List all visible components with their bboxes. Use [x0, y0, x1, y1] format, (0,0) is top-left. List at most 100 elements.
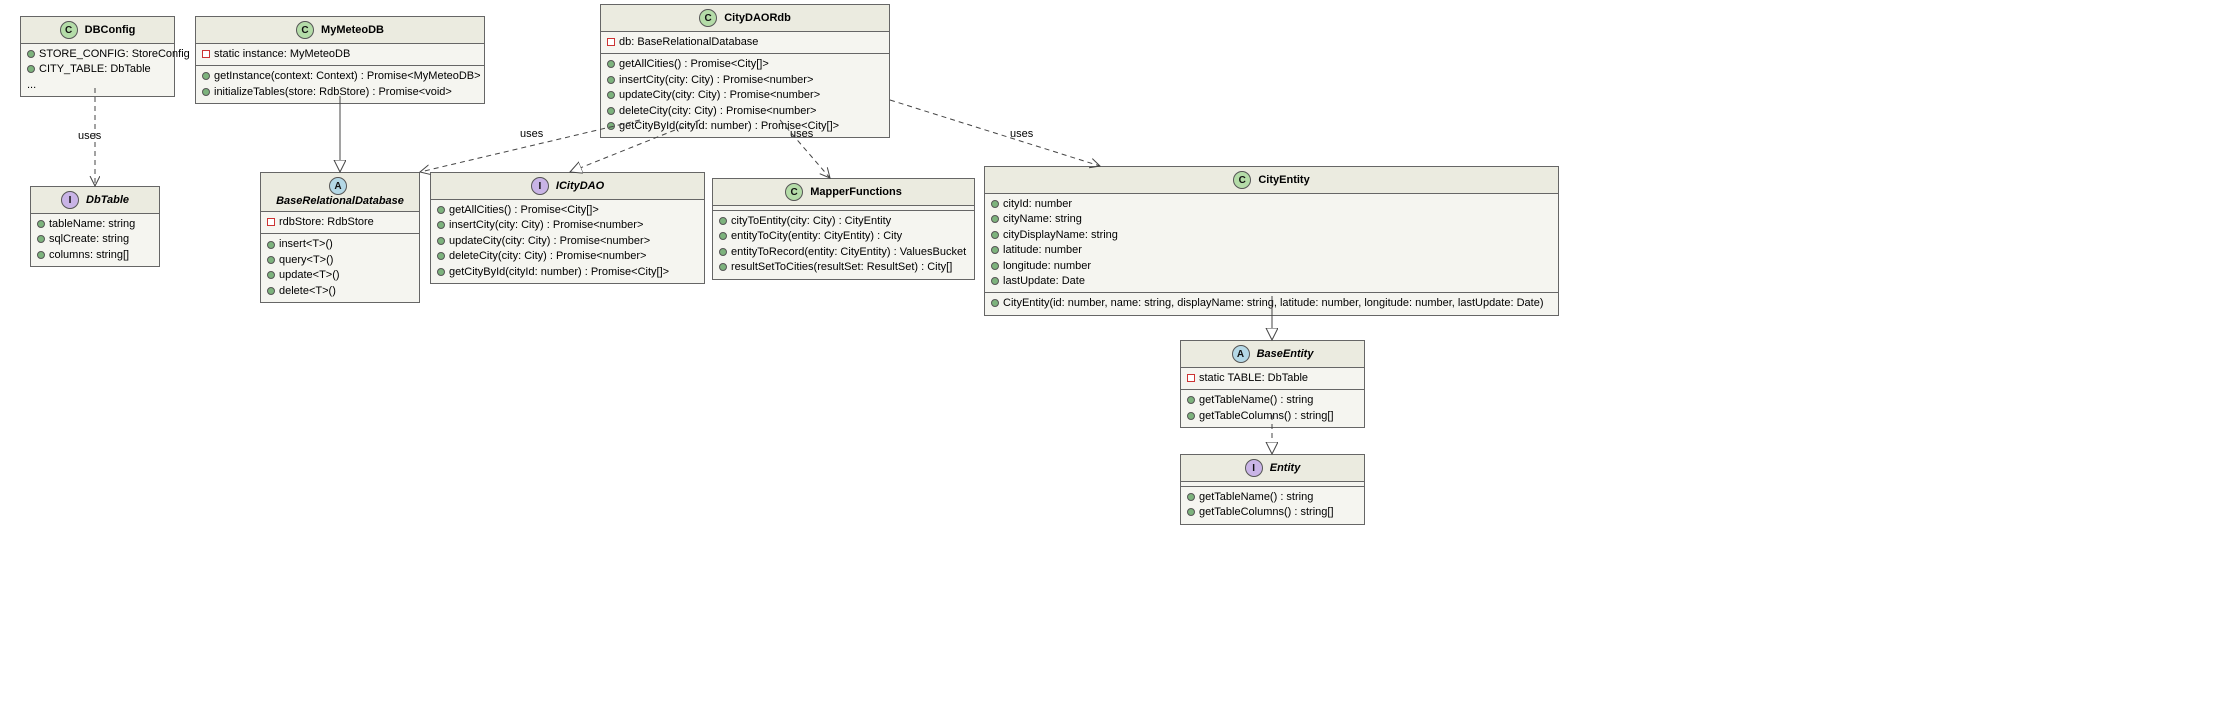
visibility-icon — [267, 271, 275, 279]
visibility-icon — [1187, 374, 1195, 382]
member: getTableName() : string — [1187, 490, 1358, 505]
class-cityentity: C CityEntity cityId: number cityName: st… — [984, 166, 1559, 316]
class-mymeteodb: C MyMeteoDB static instance: MyMeteoDB g… — [195, 16, 485, 104]
visibility-icon — [607, 91, 615, 99]
member: rdbStore: RdbStore — [267, 215, 413, 230]
interface-stereotype-icon: I — [531, 177, 549, 195]
class-section: cityToEntity(city: City) : CityEntity en… — [713, 211, 974, 279]
visibility-icon — [607, 122, 615, 130]
visibility-icon — [607, 38, 615, 46]
visibility-icon — [267, 218, 275, 226]
member: cityToEntity(city: City) : CityEntity — [719, 214, 968, 229]
visibility-icon — [719, 248, 727, 256]
visibility-icon — [719, 217, 727, 225]
class-header: A BaseRelationalDatabase — [261, 173, 419, 212]
class-section: static TABLE: DbTable — [1181, 368, 1364, 390]
visibility-icon — [607, 76, 615, 84]
visibility-icon — [437, 221, 445, 229]
member: query<T>() — [267, 253, 413, 268]
class-section: rdbStore: RdbStore — [261, 212, 419, 234]
class-header: C MapperFunctions — [713, 179, 974, 206]
class-header: I DbTable — [31, 187, 159, 214]
visibility-icon — [267, 256, 275, 264]
visibility-icon — [267, 287, 275, 295]
interface-stereotype-icon: I — [61, 191, 79, 209]
class-header: A BaseEntity — [1181, 341, 1364, 368]
visibility-icon — [37, 220, 45, 228]
class-stereotype-icon: C — [296, 21, 314, 39]
visibility-icon — [202, 50, 210, 58]
member: columns: string[] — [37, 248, 153, 263]
class-name: BaseEntity — [1257, 348, 1314, 360]
member: delete<T>() — [267, 284, 413, 299]
member: updateCity(city: City) : Promise<number> — [607, 88, 883, 103]
class-dbtable: I DbTable tableName: string sqlCreate: s… — [30, 186, 160, 267]
class-header: C CityEntity — [985, 167, 1558, 194]
class-name: CityEntity — [1258, 174, 1309, 186]
member: db: BaseRelationalDatabase — [607, 35, 883, 50]
class-section: static instance: MyMeteoDB — [196, 44, 484, 66]
visibility-icon — [1187, 396, 1195, 404]
class-entity: I Entity getTableName() : string getTabl… — [1180, 454, 1365, 525]
visibility-icon — [202, 72, 210, 80]
member: getTableColumns() : string[] — [1187, 505, 1358, 520]
class-section: getAllCities() : Promise<City[]> insertC… — [601, 54, 889, 137]
member: getAllCities() : Promise<City[]> — [437, 203, 698, 218]
visibility-icon — [1187, 493, 1195, 501]
visibility-icon — [991, 299, 999, 307]
member: CITY_TABLE: DbTable — [27, 62, 168, 77]
member: tableName: string — [37, 217, 153, 232]
visibility-icon — [437, 206, 445, 214]
connectors-layer — [0, 0, 2231, 697]
visibility-icon — [437, 268, 445, 276]
member: getCityById(cityId: number) : Promise<Ci… — [437, 265, 698, 280]
member: sqlCreate: string — [37, 232, 153, 247]
class-name: MapperFunctions — [810, 186, 902, 198]
member: resultSetToCities(resultSet: ResultSet) … — [719, 260, 968, 275]
visibility-icon — [37, 251, 45, 259]
visibility-icon — [202, 88, 210, 96]
visibility-icon — [607, 107, 615, 115]
visibility-icon — [1187, 508, 1195, 516]
visibility-icon — [437, 237, 445, 245]
class-baserelationaldatabase: A BaseRelationalDatabase rdbStore: RdbSt… — [260, 172, 420, 303]
class-stereotype-icon: C — [1233, 171, 1251, 189]
member: getInstance(context: Context) : Promise<… — [202, 69, 478, 84]
class-section: getAllCities() : Promise<City[]> insertC… — [431, 200, 704, 283]
class-icitydao: I ICityDAO getAllCities() : Promise<City… — [430, 172, 705, 284]
member: STORE_CONFIG: StoreConfig — [27, 47, 168, 62]
class-name: ICityDAO — [556, 180, 604, 192]
member: insertCity(city: City) : Promise<number> — [437, 218, 698, 233]
class-stereotype-icon: C — [699, 9, 717, 27]
class-header: C MyMeteoDB — [196, 17, 484, 44]
visibility-icon — [1187, 412, 1195, 420]
visibility-icon — [267, 241, 275, 249]
visibility-icon — [437, 252, 445, 260]
visibility-icon — [27, 65, 35, 73]
visibility-icon — [991, 277, 999, 285]
class-section: cityId: number cityName: string cityDisp… — [985, 194, 1558, 293]
abstract-stereotype-icon: A — [329, 177, 347, 195]
relation-label: uses — [790, 128, 813, 140]
class-stereotype-icon: C — [785, 183, 803, 201]
member: update<T>() — [267, 268, 413, 283]
member: ... — [27, 78, 168, 93]
class-name: DBConfig — [85, 24, 136, 36]
class-section: STORE_CONFIG: StoreConfig CITY_TABLE: Db… — [21, 44, 174, 96]
class-header: I ICityDAO — [431, 173, 704, 200]
class-name: CityDAORdb — [724, 12, 791, 24]
class-section: insert<T>() query<T>() update<T>() delet… — [261, 234, 419, 302]
visibility-icon — [991, 231, 999, 239]
class-stereotype-icon: C — [60, 21, 78, 39]
member: cityDisplayName: string — [991, 228, 1552, 243]
member: static instance: MyMeteoDB — [202, 47, 478, 62]
class-mapperfunctions: C MapperFunctions cityToEntity(city: Cit… — [712, 178, 975, 280]
class-section: db: BaseRelationalDatabase — [601, 32, 889, 54]
visibility-icon — [991, 246, 999, 254]
relation-label: uses — [1010, 128, 1033, 140]
class-name: DbTable — [86, 194, 129, 206]
class-dbconfig: C DBConfig STORE_CONFIG: StoreConfig CIT… — [20, 16, 175, 97]
member: cityName: string — [991, 212, 1552, 227]
visibility-icon — [719, 263, 727, 271]
class-section: CityEntity(id: number, name: string, dis… — [985, 293, 1558, 314]
